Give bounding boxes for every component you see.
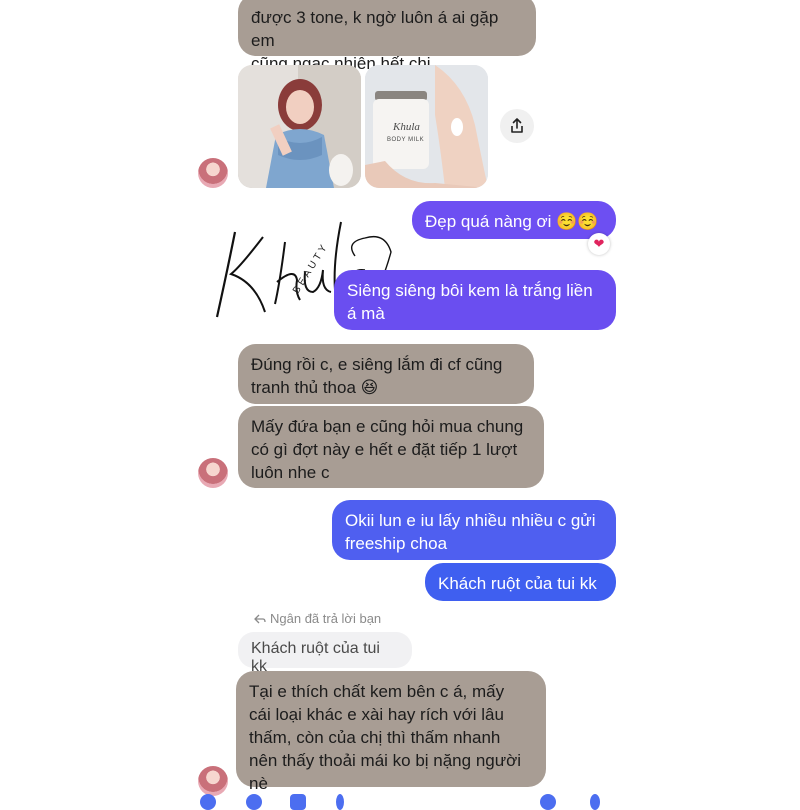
incoming-message-bubble[interactable]: Mấy đứa bạn e cũng hỏi mua chung có gì đ… [238,406,544,488]
message-line: luôn nhe c [251,463,330,482]
outgoing-message-bubble[interactable]: Siêng siêng bôi kem là trắng liền á mà [334,270,616,330]
incoming-message-bubble[interactable]: Tại e thích chất kem bên c á, mấy cái lo… [236,671,546,793]
gallery-icon[interactable] [246,794,262,810]
contact-avatar[interactable] [198,458,228,488]
message-line: á mà [347,304,385,323]
share-button[interactable] [500,109,534,143]
product-name-label: BODY MILK [387,137,425,143]
camera-icon[interactable] [200,794,216,810]
message-line: được 3 tone, k ngờ luôn á ai gặp em [251,8,499,50]
product-brand-label: Khula [393,121,420,133]
photo-illustration [238,65,361,188]
message-line: freeship choa [345,534,448,553]
message-line: thấm, còn của chị thì thấm nhanh [249,728,501,747]
reply-context-text: Ngân đã trả lời bạn [270,611,382,626]
message-line: Tại e thích chất kem bên c á, mấy [249,682,505,701]
outgoing-message-bubble[interactable]: Đẹp quá nàng ơi ☺️☺️ [412,201,616,239]
message-line: tranh thủ thoa 😆 [251,378,379,397]
message-line: Đẹp quá nàng ơi ☺️☺️ [425,212,599,231]
message-line: Khách ruột của tui kk [438,574,597,593]
composer-toolbar [0,786,800,810]
girl-in-blue-dress-photo[interactable] [238,65,361,188]
message-line: Mấy đứa bạn e cũng hỏi mua chung [251,417,524,436]
mic-icon[interactable] [336,794,344,810]
reply-context-label: Ngân đã trả lời bạn [254,611,381,626]
like-icon[interactable] [590,794,600,810]
incoming-message-bubble[interactable]: Đúng rồi c, e siêng lắm đi cf cũng tranh… [238,344,534,404]
message-line: nên thấy thoải mái ko bị nặng người [249,751,522,770]
message-line: có gì đợt này e hết e đặt tiếp 1 lượt [251,440,518,459]
share-icon [511,118,523,133]
message-line: Đúng rồi c, e siêng lắm đi cf cũng [251,355,503,374]
message-line: Siêng siêng bôi kem là trắng liền [347,281,593,300]
message-line: cái loại khác e xài hay rích với lâu [249,705,504,724]
contact-avatar[interactable] [198,158,228,188]
outgoing-message-bubble[interactable]: Khách ruột của tui kk [425,563,616,601]
photo-illustration [365,65,488,188]
body-milk-jar-photo[interactable]: Khula BODY MILK [365,65,488,188]
reply-arrow-icon [254,614,266,623]
quoted-message-bubble[interactable]: Khách ruột của tui kk [238,632,412,675]
quoted-message-text: Khách ruột của tui kk [251,640,380,675]
sticker-icon[interactable] [290,794,306,810]
incoming-message-bubble[interactable]: được 3 tone, k ngờ luôn á ai gặp em cũng… [238,0,536,73]
heart-reaction[interactable]: ❤ [588,233,610,255]
message-line: Okii lun e iu lấy nhiều nhiều c gửi [345,511,596,530]
outgoing-message-bubble[interactable]: Okii lun e iu lấy nhiều nhiều c gửi free… [332,500,616,560]
emoji-icon[interactable] [540,794,556,810]
heart-icon: ❤ [593,236,605,251]
